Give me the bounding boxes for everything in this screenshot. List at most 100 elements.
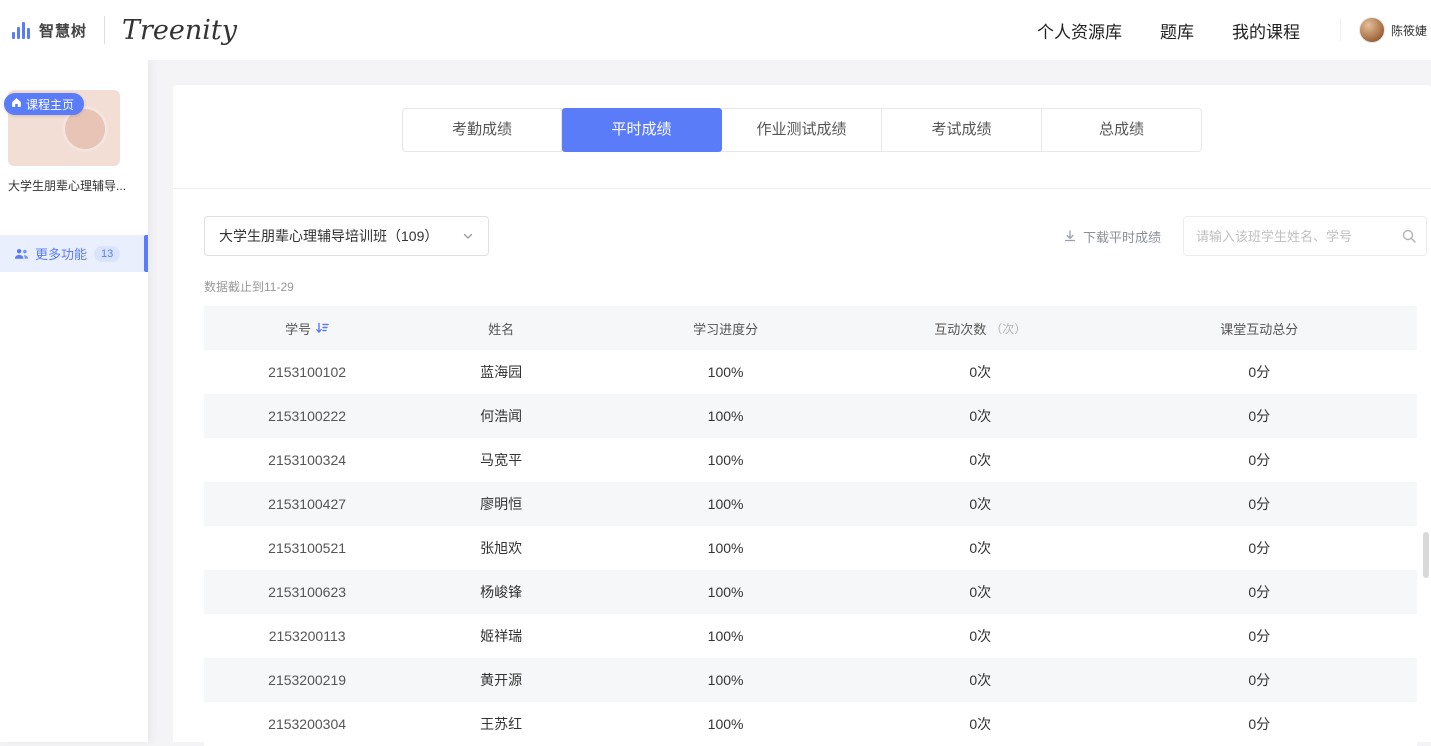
student-name: 张旭欢 bbox=[410, 538, 592, 558]
table-row: 2153100623杨峻锋100%0次0分 bbox=[204, 570, 1417, 614]
sidebar-active-indicator bbox=[144, 235, 148, 272]
student-name: 何浩闻 bbox=[410, 406, 592, 426]
interaction-count: 0次 bbox=[859, 362, 1102, 382]
classroom-interaction-score: 0分 bbox=[1102, 362, 1417, 382]
table-body: 2153100102蓝海园100%0次0分2153100222何浩闻100%0次… bbox=[204, 350, 1417, 746]
progress-score: 100% bbox=[592, 628, 859, 644]
table-row: 2153100324马宽平100%0次0分 bbox=[204, 438, 1417, 482]
search-icon[interactable] bbox=[1401, 228, 1417, 249]
interaction-count: 0次 bbox=[859, 670, 1102, 690]
column-header-3: 学习进度分 bbox=[592, 319, 859, 338]
download-label: 下载平时成绩 bbox=[1083, 227, 1161, 246]
student-id: 2153200304 bbox=[204, 716, 410, 732]
people-icon bbox=[14, 247, 29, 261]
progress-score: 100% bbox=[592, 584, 859, 600]
column-header-5: 课堂互动总分 bbox=[1102, 319, 1417, 338]
student-id: 2153100102 bbox=[204, 364, 410, 380]
progress-score: 100% bbox=[592, 408, 859, 424]
classroom-interaction-score: 0分 bbox=[1102, 494, 1417, 514]
interaction-count: 0次 bbox=[859, 406, 1102, 426]
student-id: 2153100623 bbox=[204, 584, 410, 600]
scrollbar-thumb[interactable] bbox=[1423, 532, 1429, 578]
app-logo[interactable]: 智慧树 Treenity bbox=[12, 0, 237, 60]
zhihuishu-bars-icon bbox=[12, 21, 30, 39]
logo-divider bbox=[104, 16, 105, 44]
column-label-suffix: （次） bbox=[990, 320, 1026, 337]
student-id: 2153100521 bbox=[204, 540, 410, 556]
grade-tabs: 考勤成绩平时成绩作业测试成绩考试成绩总成绩 bbox=[173, 108, 1431, 152]
class-selector[interactable]: 大学生朋辈心理辅导培训班（109） bbox=[204, 216, 489, 256]
table-row: 2153100102蓝海园100%0次0分 bbox=[204, 350, 1417, 394]
nav-item-question-bank[interactable]: 题库 bbox=[1160, 18, 1194, 43]
course-home-label: 课程主页 bbox=[26, 96, 74, 113]
avatar[interactable] bbox=[1359, 17, 1385, 43]
right-controls: 下载平时成绩 bbox=[1063, 216, 1427, 256]
progress-score: 100% bbox=[592, 716, 859, 732]
main-content: 考勤成绩平时成绩作业测试成绩考试成绩总成绩 大学生朋辈心理辅导培训班（109） … bbox=[148, 60, 1431, 742]
controls-row: 大学生朋辈心理辅导培训班（109） 下载平时成绩 bbox=[173, 216, 1431, 256]
student-name: 马宽平 bbox=[410, 450, 592, 470]
classroom-interaction-score: 0分 bbox=[1102, 582, 1417, 602]
progress-score: 100% bbox=[592, 496, 859, 512]
user-name[interactable]: 陈筱婕 bbox=[1391, 22, 1427, 39]
column-header-1[interactable]: 学号 bbox=[204, 319, 410, 338]
student-name: 蓝海园 bbox=[410, 362, 592, 382]
student-name: 黄开源 bbox=[410, 670, 592, 690]
nav-item-my-courses[interactable]: 我的课程 bbox=[1232, 18, 1300, 43]
sidebar-item-more-functions[interactable]: 更多功能 13 bbox=[0, 235, 148, 272]
column-header-2: 姓名 bbox=[410, 319, 592, 338]
course-title: 大学生朋辈心理辅导... bbox=[8, 177, 142, 194]
data-deadline: 数据截止到11-29 bbox=[204, 278, 1431, 295]
search-box bbox=[1183, 216, 1427, 256]
classroom-interaction-score: 0分 bbox=[1102, 626, 1417, 646]
tab-homework-test-score[interactable]: 作业测试成绩 bbox=[722, 108, 882, 152]
classroom-interaction-score: 0分 bbox=[1102, 714, 1417, 734]
student-id: 2153100222 bbox=[204, 408, 410, 424]
download-icon bbox=[1063, 229, 1077, 243]
classroom-interaction-score: 0分 bbox=[1102, 450, 1417, 470]
column-label: 姓名 bbox=[488, 319, 514, 338]
header-nav: 个人资源库 题库 我的课程 bbox=[1037, 0, 1300, 60]
tab-regular-score[interactable]: 平时成绩 bbox=[562, 108, 722, 152]
column-label: 学习进度分 bbox=[693, 319, 758, 338]
student-id: 2153100427 bbox=[204, 496, 410, 512]
column-label: 互动次数 bbox=[934, 319, 986, 338]
table-header: 学号姓名学习进度分互动次数（次）课堂互动总分 bbox=[204, 306, 1417, 350]
top-header: 智慧树 Treenity 个人资源库 题库 我的课程 陈筱婕 bbox=[0, 0, 1431, 60]
search-input[interactable] bbox=[1183, 216, 1427, 256]
table-row: 2153100521张旭欢100%0次0分 bbox=[204, 526, 1417, 570]
interaction-count: 0次 bbox=[859, 626, 1102, 646]
more-functions-label: 更多功能 bbox=[35, 244, 87, 263]
tab-attendance-score[interactable]: 考勤成绩 bbox=[402, 108, 562, 152]
student-id: 2153100324 bbox=[204, 452, 410, 468]
tab-total-score[interactable]: 总成绩 bbox=[1042, 108, 1202, 152]
grades-card: 考勤成绩平时成绩作业测试成绩考试成绩总成绩 大学生朋辈心理辅导培训班（109） … bbox=[173, 85, 1431, 742]
user-area: 陈筱婕 bbox=[1340, 0, 1427, 60]
nav-user-divider bbox=[1340, 19, 1341, 41]
progress-score: 100% bbox=[592, 672, 859, 688]
student-name: 廖明恒 bbox=[410, 494, 592, 514]
chevron-down-icon bbox=[462, 230, 474, 242]
column-header-4: 互动次数（次） bbox=[859, 319, 1102, 338]
progress-score: 100% bbox=[592, 364, 859, 380]
course-home-button[interactable]: 课程主页 bbox=[4, 93, 84, 115]
download-scores-button[interactable]: 下载平时成绩 bbox=[1063, 227, 1161, 246]
student-name: 姬祥瑞 bbox=[410, 626, 592, 646]
nav-item-personal-resources[interactable]: 个人资源库 bbox=[1037, 18, 1122, 43]
table-row: 2153100222何浩闻100%0次0分 bbox=[204, 394, 1417, 438]
treenity-logo: Treenity bbox=[122, 15, 237, 46]
classroom-interaction-score: 0分 bbox=[1102, 670, 1417, 690]
student-name: 杨峻锋 bbox=[410, 582, 592, 602]
home-icon bbox=[11, 97, 22, 111]
student-id: 2153200219 bbox=[204, 672, 410, 688]
tab-exam-score[interactable]: 考试成绩 bbox=[882, 108, 1042, 152]
interaction-count: 0次 bbox=[859, 714, 1102, 734]
table-row: 2153200219黄开源100%0次0分 bbox=[204, 658, 1417, 702]
more-functions-badge: 13 bbox=[94, 246, 120, 262]
column-label: 学号 bbox=[285, 319, 311, 338]
progress-score: 100% bbox=[592, 452, 859, 468]
class-selector-value: 大学生朋辈心理辅导培训班（109） bbox=[219, 226, 438, 246]
sort-icon[interactable] bbox=[315, 321, 329, 335]
tabs-divider bbox=[173, 188, 1431, 189]
progress-score: 100% bbox=[592, 540, 859, 556]
